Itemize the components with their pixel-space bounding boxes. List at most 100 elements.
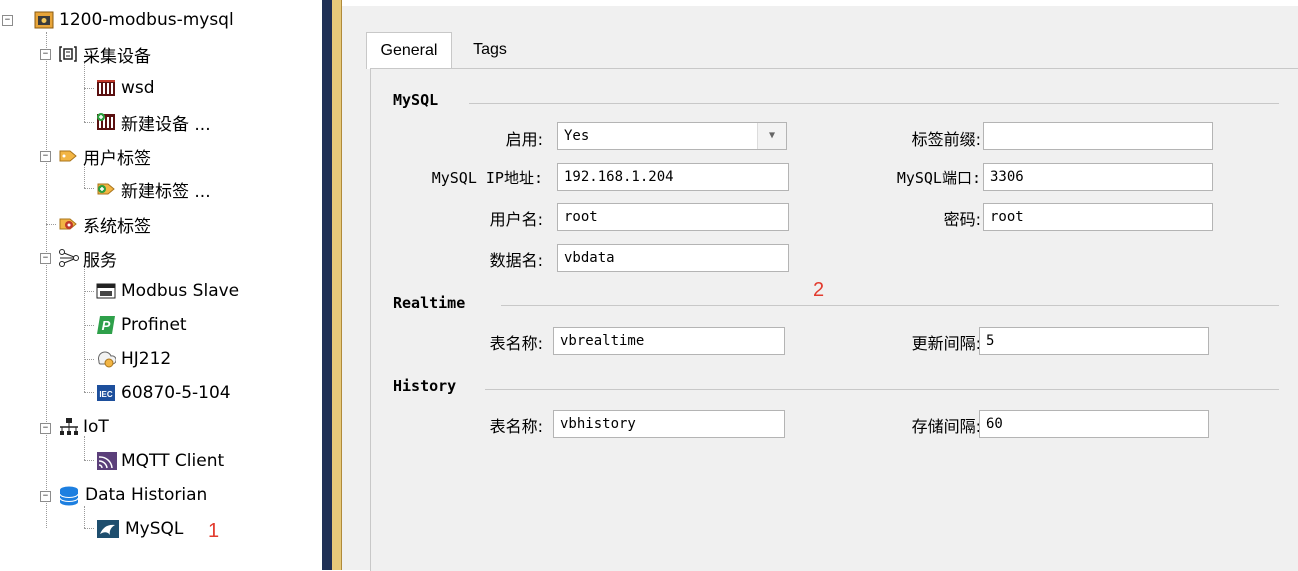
- tree-item-label: 1200-modbus-mysql: [59, 10, 234, 30]
- device-group-icon: [58, 44, 78, 64]
- tree-connector: [84, 291, 94, 292]
- storage-interval-field[interactable]: 60: [979, 410, 1209, 438]
- tree-item-label: MySQL: [125, 519, 184, 539]
- panel-top-border: [342, 0, 1298, 6]
- tree-item-device-wsd[interactable]: wsd: [96, 75, 155, 101]
- tree-item-system-tags[interactable]: 系统标签: [58, 211, 151, 237]
- mysql-port-field[interactable]: 3306: [983, 163, 1213, 191]
- new-device-icon: [96, 112, 116, 132]
- svg-text:P: P: [102, 318, 111, 333]
- tree-connector: [84, 506, 85, 528]
- username-label: 用户名:: [489, 210, 543, 229]
- network-icon: [58, 417, 78, 437]
- password-field[interactable]: root: [983, 203, 1213, 231]
- new-tag-icon: [96, 179, 116, 199]
- collapse-toggle[interactable]: −: [40, 423, 51, 434]
- tree-connector: [46, 224, 56, 225]
- tree-item-new-device[interactable]: 新建设备 ...: [96, 109, 211, 135]
- tree-item-devices[interactable]: 采集设备: [58, 41, 151, 67]
- history-table-field[interactable]: vbhistory: [553, 410, 785, 438]
- collapse-toggle[interactable]: −: [2, 15, 13, 26]
- tree-item-label: Modbus Slave: [121, 281, 240, 301]
- iec-icon: IEC: [96, 383, 116, 403]
- mysql-port-label: MySQL端口:: [896, 169, 981, 187]
- tree-item-label: 60870-5-104: [121, 383, 231, 403]
- mysql-icon: [96, 519, 120, 539]
- tree-item-label: wsd: [121, 78, 155, 98]
- collapse-toggle[interactable]: −: [40, 491, 51, 502]
- tree-connector: [84, 325, 94, 326]
- tree-item-project-root[interactable]: 1200-modbus-mysql: [34, 7, 234, 33]
- tag-icon: [58, 146, 78, 166]
- tree-connector: [84, 62, 85, 122]
- tree-item-label: MQTT Client: [121, 451, 225, 471]
- enable-select[interactable]: Yes ▼: [557, 122, 787, 150]
- update-interval-label: 更新间隔:: [911, 334, 981, 353]
- tree-item-mysql[interactable]: MySQL: [96, 516, 183, 542]
- section-divider: [469, 103, 1279, 104]
- password-label: 密码:: [943, 210, 981, 229]
- database-field[interactable]: vbdata: [557, 244, 789, 272]
- services-icon: [58, 248, 79, 268]
- collapse-toggle[interactable]: −: [40, 49, 51, 60]
- tree-connector: [84, 266, 85, 392]
- system-tag-icon: [58, 214, 78, 234]
- chevron-down-icon[interactable]: ▼: [757, 123, 786, 149]
- collapse-toggle[interactable]: −: [40, 253, 51, 264]
- tree-item-label: 用户标签: [83, 148, 151, 169]
- tree-item-modbus-slave[interactable]: Modbus Slave: [96, 278, 239, 304]
- panel-splitter[interactable]: [322, 0, 332, 570]
- tree-item-services[interactable]: 服务: [58, 245, 117, 271]
- annotation-marker: 2: [813, 279, 825, 301]
- tree-connector: [84, 460, 94, 461]
- database-icon: [58, 485, 80, 506]
- database-label: 数据名:: [489, 251, 543, 270]
- tree-item-label: Data Historian: [85, 485, 208, 505]
- tree-connector: [84, 188, 94, 189]
- tree-item-label: IoT: [83, 417, 109, 437]
- mqtt-icon: [96, 451, 117, 471]
- device-icon: [96, 78, 116, 98]
- tree-item-hj212[interactable]: HJ212: [96, 346, 171, 372]
- tab-tags[interactable]: Tags: [460, 32, 520, 68]
- tree-connector: [84, 122, 94, 123]
- tree-item-profinet[interactable]: P Profinet: [96, 312, 187, 338]
- tag-prefix-label: 标签前缀:: [911, 130, 981, 149]
- project-tree: − 1200-modbus-mysql − 采集设备 wsd 新建设备 ... …: [0, 0, 322, 570]
- section-divider: [501, 305, 1279, 306]
- tree-item-label: Profinet: [121, 315, 187, 335]
- tree-item-new-tag[interactable]: 新建标签 ...: [96, 176, 211, 202]
- tree-item-label: 新建标签 ...: [121, 181, 211, 202]
- tree-item-iot[interactable]: IoT: [58, 414, 109, 440]
- hj212-icon: [96, 349, 117, 369]
- annotation-marker: 1: [208, 520, 220, 542]
- profinet-icon: P: [96, 315, 116, 335]
- tree-connector: [84, 359, 94, 360]
- tag-prefix-field[interactable]: [983, 122, 1213, 150]
- tree-item-label: HJ212: [121, 349, 172, 369]
- tree-item-user-tags[interactable]: 用户标签: [58, 143, 151, 169]
- tree-item-label: 服务: [83, 250, 117, 271]
- realtime-table-label: 表名称:: [489, 334, 543, 353]
- username-field[interactable]: root: [557, 203, 789, 231]
- properties-panel: General Tags MySQL 启用: Yes ▼ 标签前缀: MySQL…: [342, 0, 1298, 571]
- tree-item-label: 系统标签: [83, 216, 151, 237]
- storage-interval-label: 存储间隔:: [911, 417, 981, 436]
- collapse-toggle[interactable]: −: [40, 151, 51, 162]
- tab-content: MySQL 启用: Yes ▼ 标签前缀: MySQL IP地址: 192.16…: [370, 68, 1298, 571]
- tree-item-mqtt-client[interactable]: MQTT Client: [96, 448, 224, 474]
- enable-select-value: Yes: [564, 128, 590, 144]
- mysql-ip-field[interactable]: 192.168.1.204: [557, 163, 789, 191]
- mysql-ip-label: MySQL IP地址:: [431, 169, 543, 187]
- tree-connector: [84, 528, 94, 529]
- tree-connector: [84, 88, 94, 89]
- tab-general[interactable]: General: [366, 32, 452, 69]
- tree-item-data-historian[interactable]: Data Historian: [58, 482, 207, 508]
- tree-connector: [46, 32, 47, 528]
- project-icon: [34, 10, 54, 30]
- tree-item-iec104[interactable]: IEC 60870-5-104: [96, 380, 231, 406]
- update-interval-field[interactable]: 5: [979, 327, 1209, 355]
- tree-item-label: 采集设备: [83, 46, 151, 67]
- realtime-table-field[interactable]: vbrealtime: [553, 327, 785, 355]
- section-title-history: History: [393, 377, 457, 395]
